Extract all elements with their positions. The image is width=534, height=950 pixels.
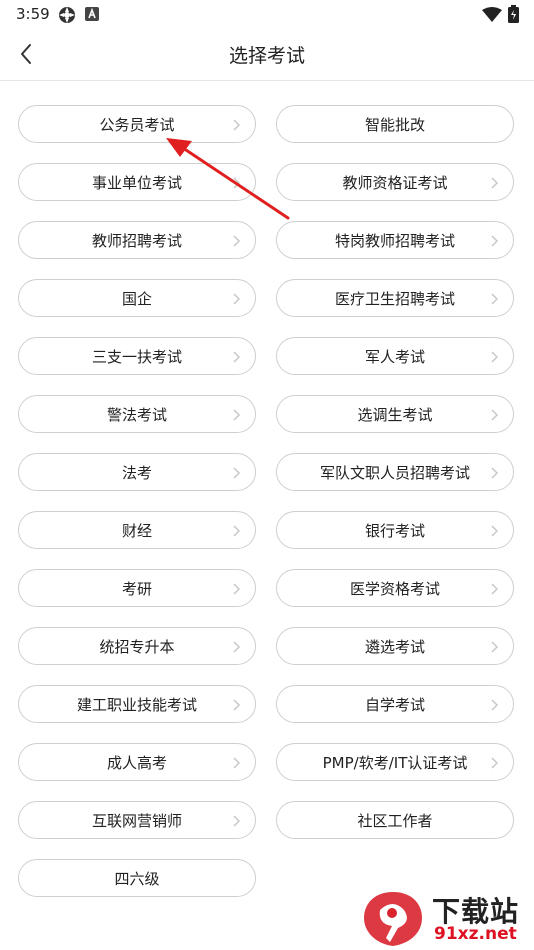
exam-option-label: PMP/软考/IT认证考试 bbox=[322, 753, 468, 772]
exam-option[interactable]: 特岗教师招聘考试 bbox=[276, 221, 514, 259]
chevron-right-icon bbox=[233, 235, 241, 247]
chevron-right-icon bbox=[491, 235, 499, 247]
chevron-right-icon bbox=[233, 815, 241, 827]
exam-option-label: 事业单位考试 bbox=[91, 173, 182, 192]
chevron-right-icon bbox=[491, 467, 499, 479]
a-badge-icon bbox=[85, 7, 99, 21]
chevron-right-icon bbox=[233, 119, 241, 131]
page-title: 选择考试 bbox=[228, 45, 305, 67]
exam-option-label: 选调生考试 bbox=[357, 405, 433, 424]
exam-option[interactable]: PMP/软考/IT认证考试 bbox=[276, 743, 514, 781]
exam-option-label: 银行考试 bbox=[364, 521, 425, 540]
exam-option[interactable]: 考研 bbox=[18, 569, 256, 607]
exam-option[interactable]: 自学考试 bbox=[276, 685, 514, 723]
exam-option-label: 公务员考试 bbox=[99, 115, 175, 134]
exam-option[interactable]: 公务员考试 bbox=[18, 105, 256, 143]
exam-option-label: 建工职业技能考试 bbox=[76, 695, 197, 714]
chevron-right-icon bbox=[233, 293, 241, 305]
exam-option[interactable]: 智能批改 bbox=[276, 105, 514, 143]
chevron-right-icon bbox=[233, 467, 241, 479]
exam-option-label: 社区工作者 bbox=[357, 811, 433, 830]
chevron-right-icon bbox=[491, 525, 499, 537]
exam-option[interactable]: 互联网营销师 bbox=[18, 801, 256, 839]
exam-option[interactable]: 国企 bbox=[18, 279, 256, 317]
exam-option[interactable]: 三支一扶考试 bbox=[18, 337, 256, 375]
exam-option-label: 国企 bbox=[121, 289, 152, 308]
exam-option-label: 三支一扶考试 bbox=[91, 347, 182, 366]
exam-option[interactable]: 警法考试 bbox=[18, 395, 256, 433]
exam-option[interactable]: 军人考试 bbox=[276, 337, 514, 375]
exam-option-label: 自学考试 bbox=[364, 695, 425, 714]
watermark: 下载站 91xz.net bbox=[360, 888, 534, 950]
exam-option-label: 教师资格证考试 bbox=[342, 173, 448, 192]
exam-option-label: 统招专升本 bbox=[99, 637, 175, 656]
exam-option[interactable]: 银行考试 bbox=[276, 511, 514, 549]
exam-option-label: 遴选考试 bbox=[364, 637, 425, 656]
app-notification-icon bbox=[59, 7, 75, 23]
exam-option[interactable]: 成人高考 bbox=[18, 743, 256, 781]
chevron-right-icon bbox=[233, 699, 241, 711]
exam-option-label: 智能批改 bbox=[364, 115, 425, 134]
chevron-right-icon bbox=[233, 525, 241, 537]
exam-option-label: 教师招聘考试 bbox=[91, 231, 182, 250]
exam-option[interactable]: 法考 bbox=[18, 453, 256, 491]
wifi-icon bbox=[482, 7, 502, 22]
exam-option[interactable]: 四六级 bbox=[18, 859, 256, 897]
status-bar: 3:59 bbox=[0, 0, 534, 28]
exam-option-label: 军人考试 bbox=[364, 347, 425, 366]
exam-option-label: 警法考试 bbox=[106, 405, 167, 424]
status-time: 3:59 bbox=[16, 5, 50, 23]
chevron-right-icon bbox=[233, 409, 241, 421]
exam-option-label: 四六级 bbox=[114, 869, 160, 888]
watermark-logo-icon bbox=[364, 892, 422, 946]
chevron-right-icon bbox=[491, 351, 499, 363]
chevron-right-icon bbox=[233, 757, 241, 769]
exam-option[interactable]: 遴选考试 bbox=[276, 627, 514, 665]
chevron-right-icon bbox=[233, 641, 241, 653]
exam-option[interactable]: 军队文职人员招聘考试 bbox=[276, 453, 514, 491]
exam-option-label: 考研 bbox=[121, 579, 152, 598]
exam-option-label: 法考 bbox=[121, 463, 152, 482]
exam-option[interactable]: 事业单位考试 bbox=[18, 163, 256, 201]
exam-option[interactable]: 选调生考试 bbox=[276, 395, 514, 433]
chevron-right-icon bbox=[491, 757, 499, 769]
exam-option[interactable]: 社区工作者 bbox=[276, 801, 514, 839]
nav-bar: 选择考试 bbox=[0, 28, 534, 81]
chevron-right-icon bbox=[491, 293, 499, 305]
exam-option-label: 成人高考 bbox=[106, 753, 167, 772]
exam-option[interactable]: 教师资格证考试 bbox=[276, 163, 514, 201]
battery-icon bbox=[508, 5, 519, 23]
chevron-right-icon bbox=[491, 177, 499, 189]
exam-option-label: 互联网营销师 bbox=[91, 811, 182, 830]
exam-option-label: 财经 bbox=[121, 521, 152, 540]
exam-option[interactable]: 建工职业技能考试 bbox=[18, 685, 256, 723]
chevron-right-icon bbox=[491, 409, 499, 421]
chevron-right-icon bbox=[491, 641, 499, 653]
chevron-right-icon bbox=[233, 177, 241, 189]
exam-option[interactable]: 教师招聘考试 bbox=[18, 221, 256, 259]
exam-option[interactable]: 医学资格考试 bbox=[276, 569, 514, 607]
exam-option[interactable]: 财经 bbox=[18, 511, 256, 549]
chevron-right-icon bbox=[491, 583, 499, 595]
exam-option[interactable]: 医疗卫生招聘考试 bbox=[276, 279, 514, 317]
exam-option[interactable]: 统招专升本 bbox=[18, 627, 256, 665]
exam-option-label: 军队文职人员招聘考试 bbox=[319, 463, 470, 482]
exam-option-label: 医疗卫生招聘考试 bbox=[334, 289, 455, 308]
exam-option-label: 特岗教师招聘考试 bbox=[334, 231, 455, 250]
exam-option-label: 医学资格考试 bbox=[349, 579, 440, 598]
chevron-right-icon bbox=[233, 351, 241, 363]
chevron-right-icon bbox=[233, 583, 241, 595]
watermark-url: 91xz.net bbox=[434, 924, 517, 944]
chevron-right-icon bbox=[491, 699, 499, 711]
